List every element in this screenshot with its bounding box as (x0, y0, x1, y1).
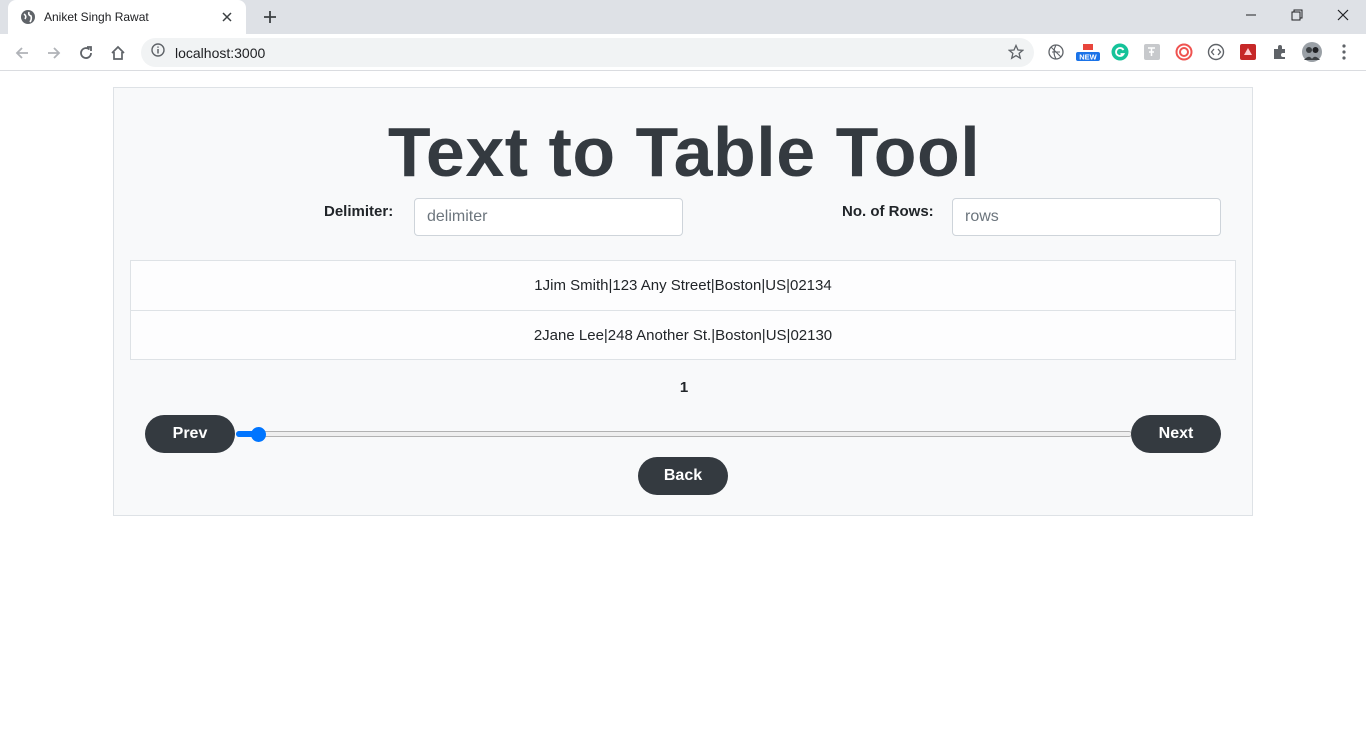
back-arrow-icon[interactable] (9, 40, 35, 66)
main-card: Text to Table Tool Delimiter: No. of Row… (113, 87, 1253, 516)
puzzle-icon[interactable] (1271, 43, 1289, 61)
info-icon[interactable] (151, 43, 165, 62)
prev-button[interactable]: Prev (145, 415, 235, 453)
tab-title: Aniket Singh Rawat (44, 10, 149, 24)
list-item: 1Jim Smith|123 Any Street|Boston|US|0213… (534, 277, 832, 294)
close-icon[interactable] (218, 8, 236, 26)
rows-input[interactable] (952, 198, 1221, 236)
list-item: 2Jane Lee|248 Another St.|Boston|US|0213… (131, 310, 1235, 359)
page-slider[interactable] (236, 427, 1132, 442)
globe-crossed-icon[interactable] (1047, 43, 1065, 61)
code-icon[interactable] (1207, 43, 1225, 61)
address-bar[interactable]: localhost:3000 (141, 38, 1034, 67)
text-list: 1Jim Smith|123 Any Street|Boston|US|0213… (130, 260, 1236, 360)
window-close-button[interactable] (1320, 0, 1366, 30)
star-icon[interactable] (1007, 43, 1025, 65)
restore-button[interactable] (1274, 0, 1320, 30)
delimiter-label: Delimiter: (324, 203, 394, 220)
spiral-icon[interactable] (1175, 43, 1193, 61)
minimize-button[interactable] (1228, 0, 1274, 30)
translate-icon[interactable] (1143, 43, 1161, 61)
slider-thumb[interactable] (251, 427, 267, 442)
page-title: Text to Table Tool (387, 113, 981, 191)
next-button[interactable]: Next (1131, 415, 1221, 453)
page-number: 1 (679, 379, 689, 396)
new-badge-icon[interactable]: NEW (1075, 43, 1101, 62)
globe-icon (20, 9, 36, 25)
svg-text:NEW: NEW (1079, 53, 1097, 62)
browser-tab[interactable]: Aniket Singh Rawat (8, 0, 246, 34)
browser-tabstrip: Aniket Singh Rawat (0, 0, 1366, 34)
rows-label: No. of Rows: (842, 203, 934, 220)
plus-icon (264, 11, 276, 23)
avatar[interactable] (1302, 42, 1322, 62)
back-button[interactable]: Back (638, 457, 728, 495)
browser-toolbar: localhost:3000 NEW (0, 34, 1366, 71)
reload-icon[interactable] (73, 40, 99, 66)
forward-arrow-icon[interactable] (41, 40, 67, 66)
new-tab-button[interactable] (258, 6, 282, 28)
menu-dots-icon[interactable] (1335, 43, 1353, 61)
delimiter-input[interactable] (414, 198, 683, 236)
grammarly-icon[interactable] (1111, 43, 1129, 61)
red-square-icon[interactable] (1239, 43, 1257, 61)
slider-track[interactable] (236, 431, 1132, 437)
home-icon[interactable] (105, 40, 131, 66)
url-text: localhost:3000 (175, 44, 266, 61)
